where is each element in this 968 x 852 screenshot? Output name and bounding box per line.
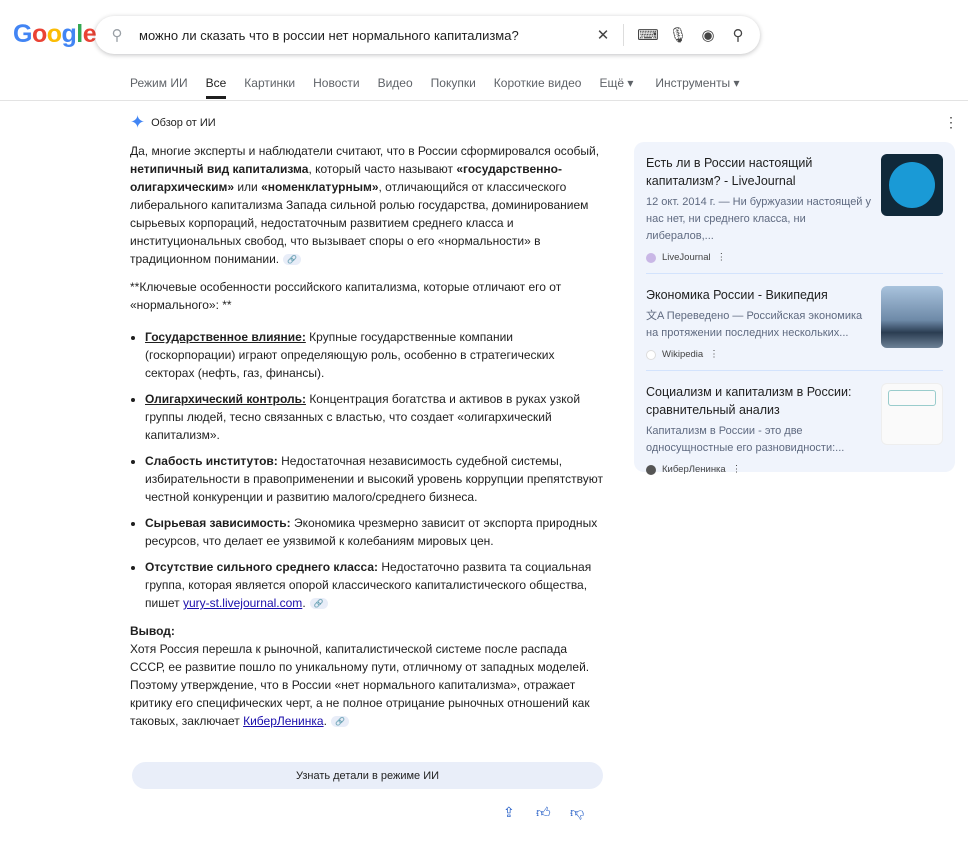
microphone-icon[interactable]: 🎙 xyxy=(668,25,688,45)
gemini-sparkle-icon: ✦ xyxy=(130,112,146,132)
search-tabs: Режим ИИ Все Картинки Новости Видео Поку… xyxy=(130,76,740,99)
sources-panel: Есть ли в России настоящий капитализм? -… xyxy=(634,142,955,475)
tab-shopping[interactable]: Покупки xyxy=(431,76,476,98)
source-site: Wikipedia xyxy=(662,349,704,360)
favicon xyxy=(646,464,656,475)
source-snippet: Капитализм в России - это две односущнос… xyxy=(646,425,845,454)
more-options-icon[interactable]: ⋮ xyxy=(944,114,958,131)
search-icon: ⚲ xyxy=(111,27,123,44)
list-item: Слабость институтов: Недостаточная незав… xyxy=(145,452,605,506)
list-item: Сырьевая зависимость: Экономика чрезмерн… xyxy=(145,514,605,550)
source-thumbnail xyxy=(881,154,943,216)
tab-short-videos[interactable]: Короткие видео xyxy=(494,76,582,98)
tab-all[interactable]: Все xyxy=(205,76,226,99)
list-item: Олигархический контроль: Концентрация бо… xyxy=(145,390,605,444)
keyboard-icon[interactable]: ⌨ xyxy=(637,25,659,45)
features-heading: **Ключевые особенности российского капит… xyxy=(130,280,562,312)
link-icon[interactable]: 🔗 xyxy=(330,716,349,728)
ai-overview-content: Да, многие эксперты и наблюдатели считаю… xyxy=(130,142,605,740)
tab-images[interactable]: Картинки xyxy=(244,76,295,98)
source-thumbnail xyxy=(881,383,943,445)
link-icon[interactable]: 🔗 xyxy=(309,598,328,610)
more-options-icon[interactable]: ⋮ xyxy=(709,349,719,360)
source-card[interactable]: Социализм и капитализм в России: сравнит… xyxy=(646,371,943,475)
source-card[interactable]: Экономика России - Википедия 文A Переведе… xyxy=(646,274,943,371)
features-list: Государственное влияние: Крупные государ… xyxy=(145,328,605,612)
search-box[interactable]: ⚲ можно ли сказать что в россии нет норм… xyxy=(95,16,760,54)
list-item: Государственное влияние: Крупные государ… xyxy=(145,328,605,382)
more-options-icon[interactable]: ⋮ xyxy=(717,252,727,263)
source-snippet: 文A Переведено — Российская экономика на … xyxy=(646,310,863,339)
tab-news[interactable]: Новости xyxy=(313,76,359,98)
divider xyxy=(0,100,968,101)
source-site: LiveJournal xyxy=(662,252,711,263)
clear-icon[interactable]: ✕ xyxy=(593,25,613,45)
favicon xyxy=(646,252,656,263)
tab-tools[interactable]: Инструменты ▾ xyxy=(655,76,739,98)
google-logo[interactable]: Google xyxy=(13,20,97,49)
tab-more[interactable]: Ещё ▾ xyxy=(599,76,633,98)
source-card[interactable]: Есть ли в России настоящий капитализм? -… xyxy=(646,142,943,274)
ai-mode-details-button[interactable]: Узнать детали в режиме ИИ xyxy=(132,762,603,789)
search-submit-icon[interactable]: ⚲ xyxy=(728,25,748,45)
ai-overview-title: Обзор от ИИ xyxy=(151,116,216,129)
source-snippet: 12 окт. 2014 г. — Ни буржуазии настоящей… xyxy=(646,196,872,242)
source-title[interactable]: Социализм и капитализм в России: сравнит… xyxy=(646,383,871,419)
source-link[interactable]: yury-st.livejournal.com xyxy=(183,596,302,610)
camera-lens-icon[interactable]: ◉ xyxy=(698,25,718,45)
intro-paragraph: Да, многие эксперты и наблюдатели считаю… xyxy=(130,144,600,266)
favicon xyxy=(646,349,656,360)
thumbs-up-icon[interactable]: 👍︎ xyxy=(536,804,551,821)
link-icon[interactable]: 🔗 xyxy=(283,254,302,266)
source-title[interactable]: Экономика России - Википедия xyxy=(646,286,871,304)
conclusion: Вывод: Хотя Россия перешла к рыночной, ка… xyxy=(130,624,590,728)
source-site: КиберЛенинка xyxy=(662,464,726,475)
search-input[interactable]: можно ли сказать что в россии нет нормал… xyxy=(139,28,583,43)
ai-overview-header: ✦ Обзор от ИИ xyxy=(130,112,216,133)
list-item: Отсутствие сильного среднего класса: Нед… xyxy=(145,558,605,612)
tab-video[interactable]: Видео xyxy=(378,76,413,98)
share-icon[interactable]: ⇪ xyxy=(503,804,515,821)
tab-ai-mode[interactable]: Режим ИИ xyxy=(130,76,188,98)
source-link[interactable]: КиберЛенинка xyxy=(243,714,323,728)
divider xyxy=(623,24,624,46)
more-options-icon[interactable]: ⋮ xyxy=(732,464,742,475)
source-title[interactable]: Есть ли в России настоящий капитализм? -… xyxy=(646,154,871,190)
thumbs-down-icon[interactable]: 👎︎ xyxy=(570,804,584,821)
source-thumbnail xyxy=(881,286,943,348)
